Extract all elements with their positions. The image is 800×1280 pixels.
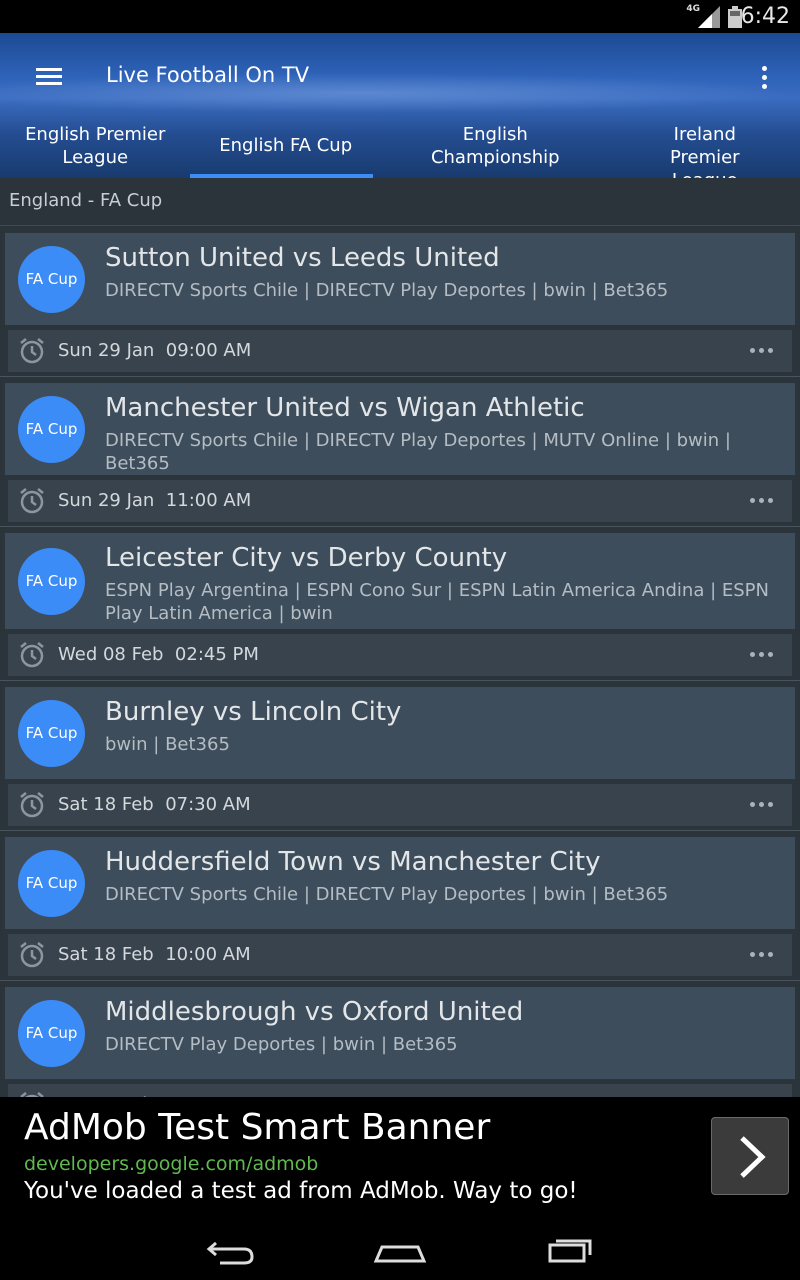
match-date-text: Sat 18 Feb <box>58 794 154 815</box>
match-time-text: 07:30 AM <box>165 794 251 815</box>
match-time-text: 02:45 PM <box>174 644 259 665</box>
match-card[interactable]: FA Cup Burnley vs Lincoln City bwin | Be… <box>5 687 795 779</box>
match-time-bar: Sat 18 Feb 10:00 AM <box>8 934 792 976</box>
status-time: 6:42 <box>740 4 790 29</box>
match-time-text: 10:00 AM <box>165 944 251 965</box>
match-date-text: Sun 29 Jan <box>58 340 155 361</box>
match-card[interactable]: FA Cup Leicester City vs Derby County ES… <box>5 533 795 629</box>
chevron-right-icon <box>740 1136 766 1178</box>
divider <box>0 676 800 681</box>
match-date-text: Sun 29 Jan <box>58 490 155 511</box>
tab-english-championship[interactable]: English Championship <box>381 123 610 178</box>
tab-english-fa-cup[interactable]: English FA Cup <box>190 123 380 178</box>
divider <box>0 372 800 377</box>
match-date: Wed 08 Feb 02:45 PM <box>58 644 259 665</box>
match-title: Huddersfield Town vs Manchester City <box>105 847 601 877</box>
match-time-bar: Sun 29 Jan 11:00 AM <box>8 480 792 522</box>
match-time-bar: Sat 18 Feb 10:00 AM <box>8 1084 792 1097</box>
match-time-bar: Sat 18 Feb 07:30 AM <box>8 784 792 826</box>
divider <box>0 976 800 981</box>
match-channels: DIRECTV Sports Chile | DIRECTV Play Depo… <box>105 280 669 301</box>
match-title: Burnley vs Lincoln City <box>105 697 402 727</box>
match-time-bar: Wed 08 Feb 02:45 PM <box>8 634 792 676</box>
match-title: Manchester United vs Wigan Athletic <box>105 393 585 423</box>
back-icon[interactable] <box>200 1229 260 1269</box>
match-card[interactable]: FA Cup Manchester United vs Wigan Athlet… <box>5 383 795 475</box>
ad-text: You've loaded a test ad from AdMob. Way … <box>24 1178 578 1204</box>
signal-icon <box>698 6 720 28</box>
match-date: Sat 18 Feb 10:00 AM <box>58 944 251 965</box>
divider <box>0 826 800 831</box>
app-bar: Live Football On TV English Premier Leag… <box>0 33 800 178</box>
app-title: Live Football On TV <box>106 63 310 87</box>
ad-open-button[interactable] <box>711 1117 789 1195</box>
navigation-bar <box>0 1215 800 1280</box>
alarm-clock-icon[interactable] <box>18 941 46 969</box>
section-header: England - FA Cup <box>0 178 800 226</box>
match-time-text: 11:00 AM <box>165 490 252 511</box>
more-horizontal-icon[interactable] <box>748 796 776 812</box>
alarm-clock-icon[interactable] <box>18 337 46 365</box>
competition-badge: FA Cup <box>18 548 85 615</box>
league-tabs: English Premier League English FA Cup En… <box>0 123 800 178</box>
match-date-text: Sat 18 Feb <box>58 944 154 965</box>
match-date: Sat 18 Feb 07:30 AM <box>58 794 251 815</box>
competition-badge: FA Cup <box>18 850 85 917</box>
match-time-text: 09:00 AM <box>165 340 252 361</box>
match-time-bar: Sun 29 Jan 09:00 AM <box>8 330 792 372</box>
match-list[interactable]: FA Cup Sutton United vs Leeds United DIR… <box>0 227 800 1097</box>
tab-label: Ireland Premier League <box>669 124 740 178</box>
tab-label: English Premier League <box>25 124 166 168</box>
match-channels: DIRECTV Play Deportes | bwin | Bet365 <box>105 1034 458 1055</box>
competition-badge: FA Cup <box>18 246 85 313</box>
match-date-text: Wed 08 Feb <box>58 644 164 665</box>
divider <box>0 522 800 527</box>
list-item: FA Cup Huddersfield Town vs Manchester C… <box>0 837 800 981</box>
list-item: FA Cup Middlesbrough vs Oxford United DI… <box>0 987 800 1097</box>
competition-badge: FA Cup <box>18 396 85 463</box>
tab-ireland-premier-league[interactable]: Ireland Premier League <box>610 123 800 178</box>
overflow-menu-icon[interactable] <box>752 61 776 93</box>
tab-english-premier-league[interactable]: English Premier League <box>0 123 190 178</box>
tab-label: English Championship <box>430 124 560 168</box>
more-horizontal-icon[interactable] <box>748 646 776 662</box>
recents-icon[interactable] <box>540 1229 600 1269</box>
match-title: Sutton United vs Leeds United <box>105 243 500 273</box>
list-item: FA Cup Burnley vs Lincoln City bwin | Be… <box>0 687 800 831</box>
tab-label: English FA Cup <box>219 135 353 156</box>
match-title: Middlesbrough vs Oxford United <box>105 997 524 1027</box>
competition-badge: FA Cup <box>18 700 85 767</box>
ad-banner[interactable]: AdMob Test Smart Banner developers.googl… <box>0 1097 800 1215</box>
match-card[interactable]: FA Cup Middlesbrough vs Oxford United DI… <box>5 987 795 1079</box>
match-card[interactable]: FA Cup Huddersfield Town vs Manchester C… <box>5 837 795 929</box>
list-item: FA Cup Manchester United vs Wigan Athlet… <box>0 383 800 527</box>
match-title: Leicester City vs Derby County <box>105 543 508 573</box>
ad-url[interactable]: developers.google.com/admob <box>24 1153 318 1175</box>
match-channels: DIRECTV Sports Chile | DIRECTV Play Depo… <box>105 430 731 474</box>
alarm-clock-icon[interactable] <box>18 641 46 669</box>
list-item: FA Cup Leicester City vs Derby County ES… <box>0 533 800 681</box>
alarm-clock-icon[interactable] <box>18 791 46 819</box>
menu-icon[interactable] <box>28 61 70 91</box>
match-date: Sun 29 Jan 11:00 AM <box>58 490 251 511</box>
match-card[interactable]: FA Cup Sutton United vs Leeds United DIR… <box>5 233 795 325</box>
more-horizontal-icon[interactable] <box>748 342 776 358</box>
status-bar: 4G 6:42 <box>0 0 800 33</box>
alarm-clock-icon[interactable] <box>18 487 46 515</box>
match-channels: ESPN Play Argentina | ESPN Cono Sur | ES… <box>105 580 769 624</box>
match-channels: bwin | Bet365 <box>105 734 230 755</box>
competition-badge: FA Cup <box>18 1000 85 1067</box>
home-icon[interactable] <box>370 1229 430 1269</box>
match-channels: DIRECTV Sports Chile | DIRECTV Play Depo… <box>105 884 669 905</box>
more-horizontal-icon[interactable] <box>748 492 776 508</box>
list-item: FA Cup Sutton United vs Leeds United DIR… <box>0 233 800 377</box>
more-horizontal-icon[interactable] <box>748 946 776 962</box>
ad-title: AdMob Test Smart Banner <box>24 1107 491 1148</box>
match-date: Sun 29 Jan 09:00 AM <box>58 340 251 361</box>
